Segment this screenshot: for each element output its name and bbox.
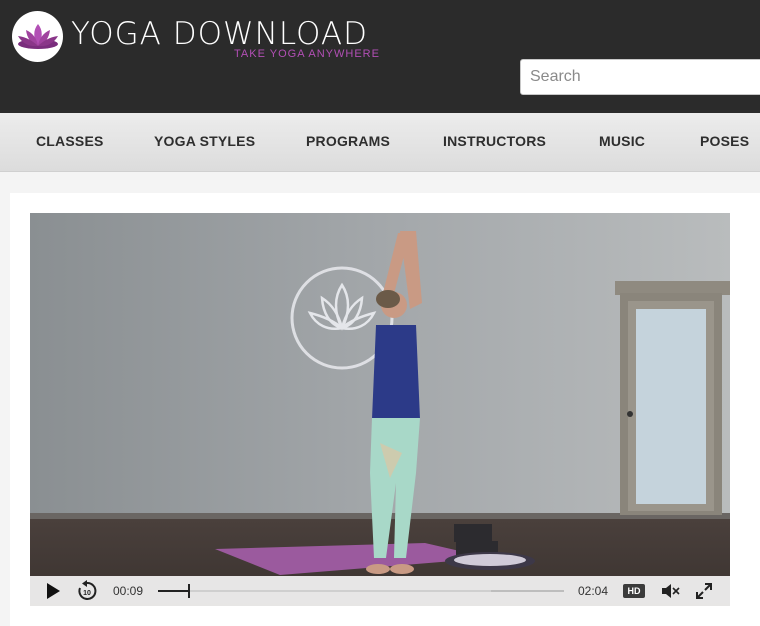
svg-text:10: 10	[83, 590, 91, 597]
site-header: YOGA DOWNLOAD TAKE YOGA ANYWHERE	[0, 0, 760, 113]
current-time: 00:09	[113, 584, 144, 598]
progress-buffered	[158, 590, 491, 592]
duration: 02:04	[578, 584, 609, 598]
nav-item-poses[interactable]: POSES	[700, 133, 749, 149]
lotus-icon	[12, 11, 63, 62]
play-icon[interactable]	[44, 582, 62, 600]
nav-item-music[interactable]: MUSIC	[599, 133, 645, 149]
progress-track[interactable]	[158, 584, 564, 598]
video-controls: 10 00:09 02:04 HD	[30, 576, 730, 606]
volume-muted-icon[interactable]	[661, 583, 681, 599]
logo-tagline: TAKE YOGA ANYWHERE	[234, 48, 380, 60]
hd-badge[interactable]: HD	[623, 584, 645, 598]
video-frame	[30, 213, 730, 606]
nav-item-programs[interactable]: PROGRAMS	[306, 133, 390, 149]
search-input[interactable]	[520, 59, 760, 95]
logo-title: YOGA DOWNLOAD	[71, 16, 368, 52]
nav-item-yoga-styles[interactable]: YOGA STYLES	[154, 133, 255, 149]
nav-item-instructors[interactable]: INSTRUCTORS	[443, 133, 546, 149]
main-nav: CLASSES YOGA STYLES PROGRAMS INSTRUCTORS…	[0, 113, 760, 172]
rewind-10-icon[interactable]: 10	[76, 580, 98, 602]
video-player[interactable]: 10 00:09 02:04 HD	[30, 213, 730, 606]
site-logo[interactable]: YOGA DOWNLOAD TAKE YOGA ANYWHERE	[12, 11, 379, 62]
nav-item-classes[interactable]: CLASSES	[36, 133, 104, 149]
fullscreen-icon[interactable]	[695, 582, 713, 600]
progress-played	[158, 590, 188, 592]
progress-handle[interactable]	[187, 584, 190, 598]
door	[615, 281, 730, 515]
